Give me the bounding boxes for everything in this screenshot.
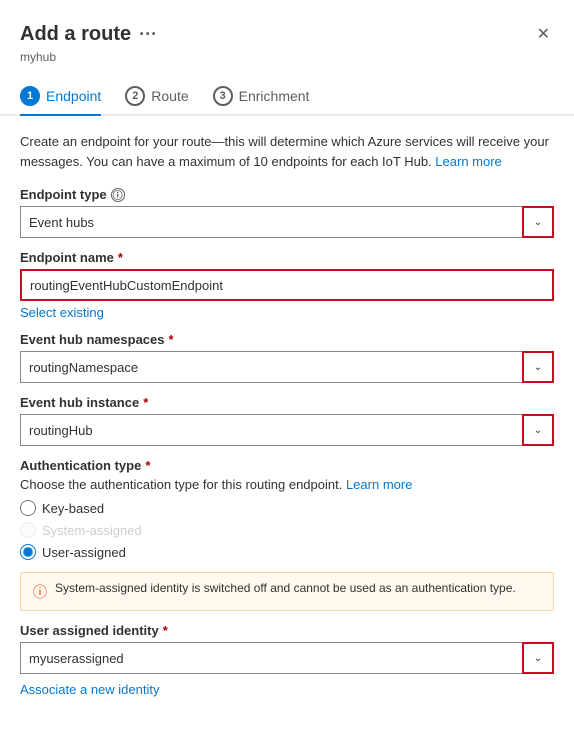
endpoint-type-dropdown: Event hubs Service Bus queue Service Bus…	[20, 206, 554, 238]
warning-icon: ⓘ	[33, 582, 47, 602]
panel-header: Add a route ··· ✕ myhub	[0, 0, 574, 64]
add-route-panel: Add a route ··· ✕ myhub 1 Endpoint 2 Rou…	[0, 0, 574, 733]
event-hub-namespaces-dropdown: routingNamespace ⌄	[20, 351, 554, 383]
system-assigned-sublabel-row: System-assigned	[20, 522, 554, 538]
user-assigned-identity-select[interactable]: myuserassigned	[20, 642, 522, 674]
endpoint-name-required: *	[118, 250, 123, 265]
step-label-endpoint: Endpoint	[46, 88, 101, 104]
user-assigned-identity-dropdown: myuserassigned ⌄	[20, 642, 554, 674]
learn-more-link-1[interactable]: Learn more	[435, 154, 501, 169]
close-icon: ✕	[537, 24, 550, 44]
auth-learn-more-link[interactable]: Learn more	[346, 477, 412, 492]
info-banner: ⓘ System-assigned identity is switched o…	[20, 572, 554, 611]
title-ellipsis[interactable]: ···	[139, 24, 157, 45]
associate-link[interactable]: Associate a new identity	[20, 682, 554, 697]
step-circle-3: 3	[213, 86, 233, 106]
chevron-down-icon-3: ⌄	[534, 425, 542, 436]
user-assigned-radio[interactable]	[20, 544, 36, 560]
instance-chevron[interactable]: ⌄	[522, 414, 554, 446]
key-based-label[interactable]: Key-based	[42, 501, 104, 516]
radio-key-based: Key-based	[20, 500, 554, 516]
title-text: Add a route	[20, 23, 131, 46]
user-assigned-identity-label: User assigned identity *	[20, 623, 554, 638]
step-circle-2: 2	[125, 86, 145, 106]
step-label-enrichment: Enrichment	[239, 88, 310, 104]
endpoint-type-label: Endpoint type ⓘ	[20, 187, 554, 202]
chevron-down-icon: ⌄	[534, 217, 542, 228]
chevron-down-icon-4: ⌄	[534, 653, 542, 664]
panel-subtitle: myhub	[20, 50, 554, 64]
radio-system-assigned-item: System-assigned	[20, 522, 554, 538]
auth-description: Choose the authentication type for this …	[20, 477, 554, 492]
step-label-route: Route	[151, 88, 188, 104]
user-assigned-identity-group: User assigned identity * myuserassigned …	[20, 623, 554, 697]
form-description: Create an endpoint for your route—this w…	[20, 132, 554, 171]
info-banner-text: System-assigned identity is switched off…	[55, 581, 516, 595]
identity-required: *	[163, 623, 168, 638]
auth-radio-group: Key-based System-assigned User-assigned	[20, 500, 554, 560]
system-assigned-radio[interactable]	[20, 522, 36, 538]
event-hub-namespaces-label: Event hub namespaces *	[20, 332, 554, 347]
auth-type-group: Authentication type * Choose the authent…	[20, 458, 554, 560]
user-assigned-label[interactable]: User-assigned	[42, 545, 126, 560]
endpoint-type-group: Endpoint type ⓘ Event hubs Service Bus q…	[20, 187, 554, 238]
event-hub-namespaces-select[interactable]: routingNamespace	[20, 351, 522, 383]
event-hub-instance-dropdown: routingHub ⌄	[20, 414, 554, 446]
endpoint-type-select[interactable]: Event hubs Service Bus queue Service Bus…	[20, 206, 522, 238]
event-hub-instance-select[interactable]: routingHub	[20, 414, 522, 446]
radio-user-assigned: User-assigned	[20, 544, 554, 560]
endpoint-type-chevron[interactable]: ⌄	[522, 206, 554, 238]
endpoint-type-info-icon[interactable]: ⓘ	[111, 188, 125, 202]
namespaces-chevron[interactable]: ⌄	[522, 351, 554, 383]
event-hub-instance-label: Event hub instance *	[20, 395, 554, 410]
chevron-down-icon-2: ⌄	[534, 362, 542, 373]
system-assigned-label: System-assigned	[42, 523, 142, 538]
step-route[interactable]: 2 Route	[125, 86, 188, 114]
step-enrichment[interactable]: 3 Enrichment	[213, 86, 310, 114]
panel-title: Add a route ···	[20, 23, 157, 46]
endpoint-name-input[interactable]	[20, 269, 554, 301]
endpoint-name-group: Endpoint name * Select existing	[20, 250, 554, 320]
event-hub-instance-group: Event hub instance * routingHub ⌄	[20, 395, 554, 446]
step-circle-1: 1	[20, 86, 40, 106]
close-button[interactable]: ✕	[533, 20, 554, 48]
title-row: Add a route ··· ✕	[20, 20, 554, 48]
endpoint-name-label: Endpoint name *	[20, 250, 554, 265]
event-hub-namespaces-group: Event hub namespaces * routingNamespace …	[20, 332, 554, 383]
instance-required: *	[143, 395, 148, 410]
steps-row: 1 Endpoint 2 Route 3 Enrichment	[0, 76, 574, 116]
step-endpoint[interactable]: 1 Endpoint	[20, 86, 101, 116]
namespaces-required: *	[169, 332, 174, 347]
auth-type-required: *	[145, 458, 150, 473]
select-existing-link[interactable]: Select existing	[20, 305, 554, 320]
form-content: Create an endpoint for your route—this w…	[0, 132, 574, 729]
key-based-radio[interactable]	[20, 500, 36, 516]
identity-chevron[interactable]: ⌄	[522, 642, 554, 674]
auth-type-label: Authentication type *	[20, 458, 554, 473]
